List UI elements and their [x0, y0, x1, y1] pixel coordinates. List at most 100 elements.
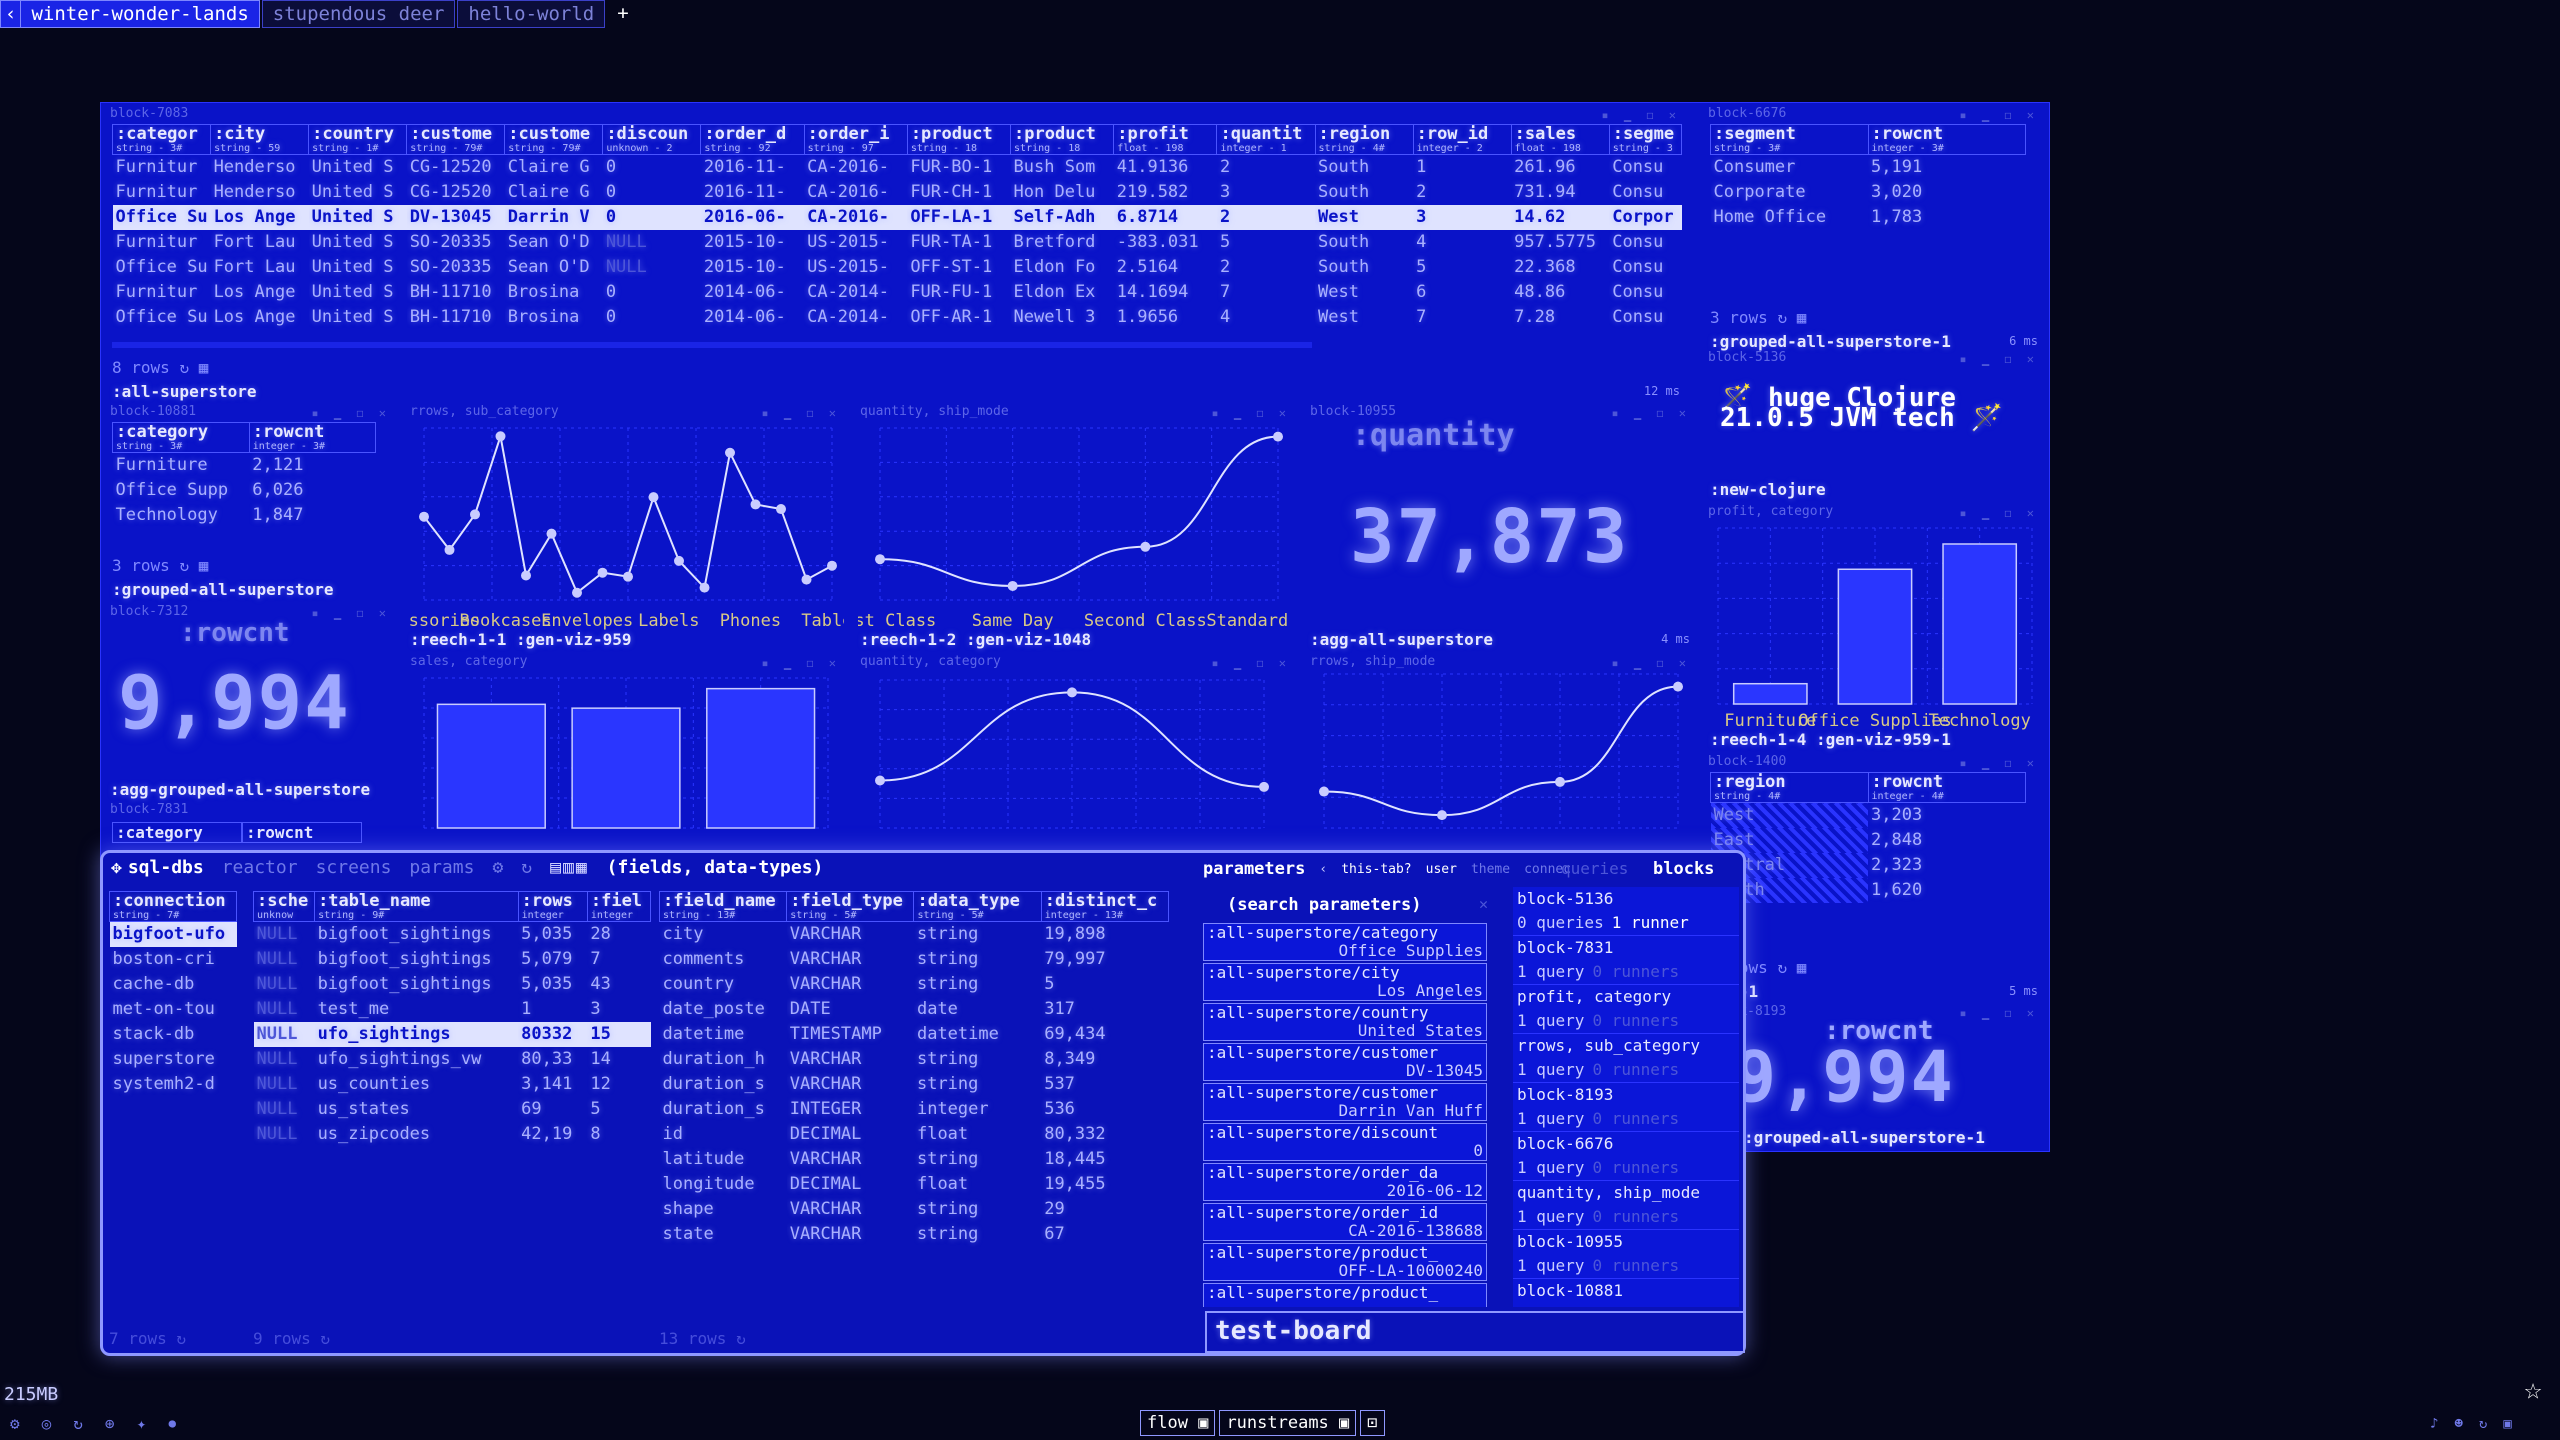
search-close-icon[interactable]: ✕ — [1479, 895, 1488, 913]
parameter-item[interactable]: :all-superstore/order_id CA-2016-138688 — [1203, 1203, 1487, 1241]
table-row[interactable]: Office Su Los Ange United S BH-11710 Brosina… — [113, 305, 1682, 330]
block-list-item[interactable]: block-5136 0 queries 1 runner — [1513, 887, 1739, 936]
column-header[interactable]: :field_name string - 13# — [658, 891, 788, 922]
dock-tab-params[interactable]: params — [409, 857, 474, 878]
table-row[interactable]: NULL us_counties 3,141 12 — [254, 1072, 651, 1097]
tables-table[interactable]: :sche unknow:table_name string - 9#:rows in… — [252, 891, 652, 1147]
table-row[interactable]: duration_h VARCHAR string 8,349 — [660, 1047, 1169, 1072]
dock-tab-reactor[interactable]: reactor — [222, 857, 298, 878]
column-header[interactable]: :segment string - 3# — [1710, 124, 1869, 155]
data-point[interactable] — [648, 492, 659, 503]
table-row[interactable]: duration_s INTEGER integer 536 — [660, 1097, 1169, 1122]
column-header[interactable]: :country string - 1# — [308, 124, 408, 155]
gear-icon[interactable]: ⚙ — [10, 1414, 20, 1434]
table-row[interactable]: Furnitur Henderso United S CG-12520 Claire G… — [113, 180, 1682, 205]
table-row[interactable]: longitude DECIMAL float 19,455 — [660, 1172, 1169, 1197]
column-header[interactable]: :sales float - 198 — [1510, 124, 1610, 155]
line-chart-shipmode[interactable]: First Class Same Day Second ClassStandard … — [858, 420, 1294, 630]
column-header[interactable]: :segme string - 3 — [1608, 124, 1683, 155]
add-tab-button[interactable]: + — [607, 0, 638, 28]
column-header[interactable]: :table_name string - 9# — [314, 891, 519, 922]
window-controls[interactable]: ▪ ▁ ◻ ✕ — [1211, 406, 1290, 420]
data-point[interactable] — [623, 571, 633, 582]
data-point[interactable] — [1555, 776, 1565, 787]
data-point[interactable] — [875, 775, 885, 786]
data-point[interactable] — [1140, 541, 1151, 552]
column-header[interactable]: :product string - 18 — [1010, 124, 1115, 155]
column-header[interactable]: :quantit integer - 1 — [1216, 124, 1316, 155]
flow-button[interactable]: flow ▣ — [1140, 1410, 1216, 1436]
column-header[interactable]: :region string - 4# — [1710, 772, 1869, 803]
table-row[interactable]: superstore — [110, 1047, 237, 1072]
data-point[interactable] — [1673, 681, 1683, 692]
runstreams-button[interactable]: runstreams ▣ — [1219, 1410, 1357, 1436]
data-point[interactable] — [1007, 580, 1018, 591]
table-icon[interactable]: ▦ — [199, 358, 209, 377]
block-segment[interactable]: block-6676 ▪ ▁ ◻ ✕ :segment string - 3#:r… — [1704, 106, 2044, 351]
table-row[interactable]: NULL us_states 69 5 — [254, 1097, 651, 1122]
block-list-item[interactable]: block-10955 1 query 0 runners — [1513, 1230, 1739, 1279]
block-line-shipmode[interactable]: quantity, ship_mode ▪ ▁ ◻ ✕ First Class S… — [856, 404, 1296, 652]
data-point[interactable] — [674, 555, 684, 566]
blocks-title[interactable]: blocks — [1653, 859, 1714, 879]
data-point[interactable] — [1273, 431, 1283, 442]
column-header[interactable]: :connection string - 7# — [109, 891, 237, 922]
globe-icon[interactable]: ⊕ — [105, 1414, 115, 1434]
window-controls[interactable]: ▪ ▁ ◻ ✕ — [1959, 1006, 2038, 1020]
block-line-rows-shipmode[interactable]: rrows, ship_mode ▪ ▁ ◻ ✕ — [1306, 654, 1696, 850]
column-header[interactable]: :fiel integer — [586, 891, 652, 922]
bar[interactable] — [1732, 682, 1808, 705]
column-header[interactable]: :order_i string - 97 — [803, 124, 908, 155]
parameter-item[interactable]: :all-superstore/customer DV-13045 — [1203, 1043, 1487, 1081]
parameter-item[interactable]: :all-superstore/product_ — [1203, 1283, 1487, 1307]
column-header[interactable]: :category string - 3# — [112, 422, 250, 453]
magic-icon[interactable]: ✦ — [137, 1414, 147, 1434]
column-header[interactable]: :custome string - 79# — [504, 124, 604, 155]
block-region[interactable]: block-1400 ▪ ▁ ◻ ✕ :region string - 4#:ro… — [1704, 754, 2044, 1150]
table-row[interactable]: comments VARCHAR string 79,997 — [660, 947, 1169, 972]
search-parameters[interactable]: (search parameters) — [1227, 895, 1421, 915]
column-header[interactable]: :product string - 18 — [906, 124, 1012, 155]
fields-table[interactable]: :field_name string - 13#:field_type string… — [658, 891, 1170, 1247]
block-main-table[interactable]: block-7083 ▪ ▁ ◻ ✕ :categor string - 3#:c… — [106, 106, 1686, 406]
table-row[interactable]: shape VARCHAR string 29 — [660, 1197, 1169, 1222]
data-point[interactable] — [470, 509, 480, 520]
table-row[interactable]: East 2,848 — [1710, 828, 2026, 853]
layout-icons[interactable]: ▤▥▦ — [550, 857, 589, 878]
bar[interactable] — [706, 687, 816, 829]
window-controls[interactable]: ▪ ▁ ◻ ✕ — [1611, 406, 1690, 420]
table-icon[interactable]: ▦ — [199, 556, 209, 575]
dock-title[interactable]: sql-dbs — [128, 857, 204, 878]
refresh-icon[interactable]: ↻ — [73, 1414, 83, 1434]
table-row[interactable]: NULL ufo_sightings_vw 80,33 14 — [254, 1047, 651, 1072]
user-icon[interactable]: ☻ — [2454, 1416, 2462, 1432]
line-chart-subcategory[interactable]: AccessoriesBookcasesEnvelopesLabelsPhone… — [408, 420, 844, 630]
table-icon[interactable]: ▦ — [1797, 308, 1807, 327]
column-header[interactable]: :region string - 4# — [1314, 124, 1414, 155]
table-row[interactable]: Furnitur Los Ange United S BH-11710 Brosina 0… — [113, 280, 1682, 305]
window-controls[interactable]: ▪ ▁ ◻ ✕ — [1959, 756, 2038, 770]
bar-chart-profit-category[interactable]: FurnitureOffice SuppliesTechnology — [1710, 520, 2040, 730]
block-bar-sales[interactable]: sales, category ▪ ▁ ◻ ✕ — [406, 654, 846, 850]
window-controls[interactable]: ▪ ▁ ◻ ✕ — [1959, 108, 2038, 122]
main-table[interactable]: :categor string - 3#:city string - 59:coun… — [111, 124, 1683, 330]
segment-table[interactable]: :segment string - 3#:rowcnt integer - 3# Co… — [1710, 124, 2026, 230]
table-row[interactable]: stack-db — [110, 1022, 237, 1047]
column-header[interactable]: :rowcnt integer - 3# — [248, 422, 377, 453]
refresh-icon[interactable]: ↻ — [1777, 308, 1787, 327]
data-point[interactable] — [801, 574, 812, 585]
star-icon[interactable]: ☆ — [2524, 1372, 2542, 1407]
back-button[interactable]: ‹ — [0, 0, 21, 28]
table-row[interactable]: datetime TIMESTAMP datetime 69,434 — [660, 1022, 1169, 1047]
bar[interactable] — [1837, 568, 1913, 705]
table-row[interactable]: Technology 1,847 — [113, 503, 376, 528]
bar-chart-sales-category[interactable] — [408, 670, 844, 846]
data-point[interactable] — [750, 499, 761, 510]
refresh-icon[interactable]: ↻ — [1777, 958, 1787, 977]
data-point[interactable] — [776, 504, 786, 515]
block-list-item[interactable]: block-7831 1 query 0 runners — [1513, 936, 1739, 985]
block-category[interactable]: block-10881 ▪ ▁ ◻ ✕ :category string - 3#… — [106, 404, 396, 600]
data-point[interactable] — [546, 528, 557, 539]
column-header[interactable]: :discoun unknown - 2 — [602, 124, 702, 155]
window-controls[interactable]: ▪ ▁ ◻ ✕ — [1601, 108, 1680, 122]
